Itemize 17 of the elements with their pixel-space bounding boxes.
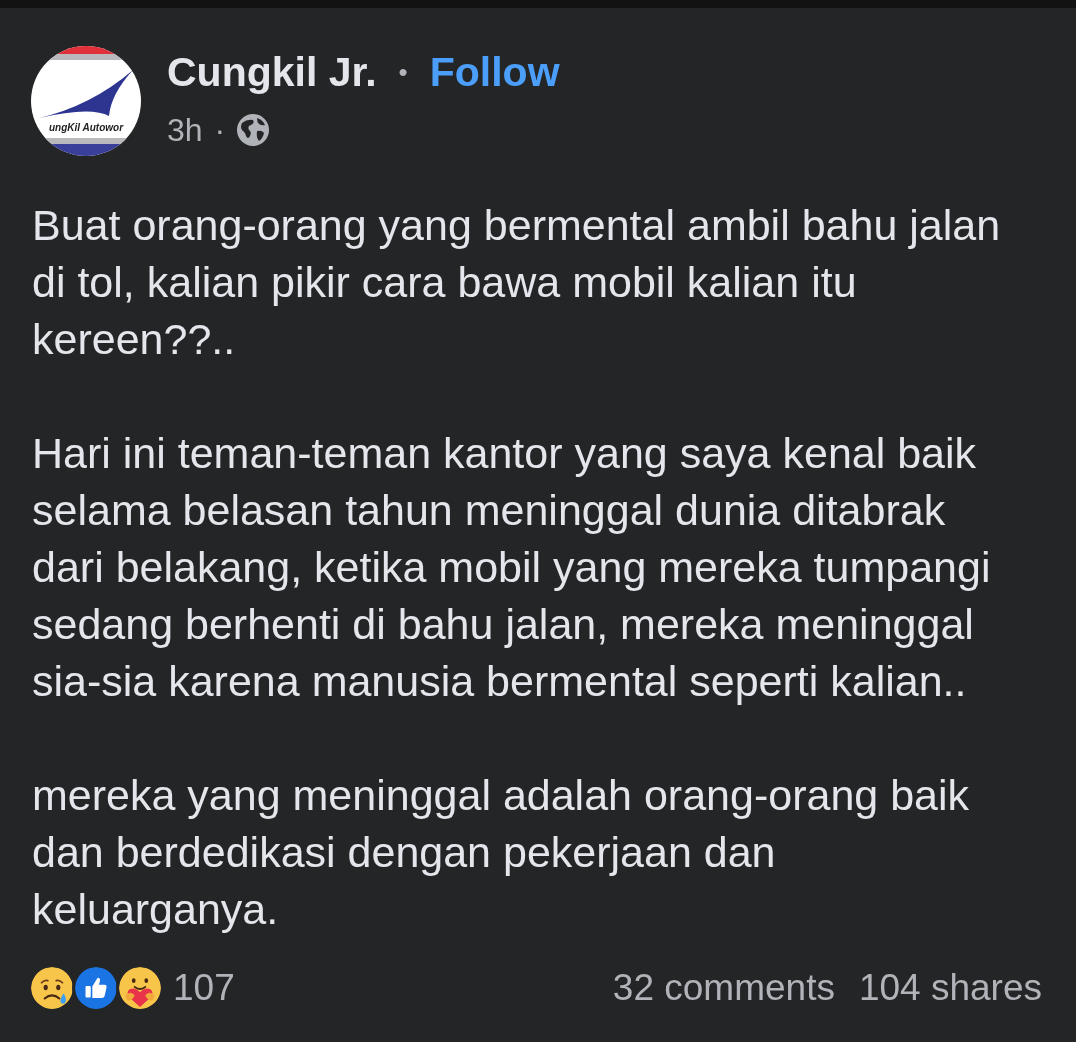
separator-dot: · bbox=[214, 111, 226, 150]
post-paragraph: Hari ini teman-teman kantor yang saya kenal baik selama belasan tahun meninggal dunia ditabrak dari belakang, ketika mobil yang mereka tumpangi sedang berhenti di bahu jalan, mereka meninggal sia-sia karena manusia bermental seperti kalian.. bbox=[32, 428, 992, 707]
avatar[interactable]: ungKil Autowor bbox=[31, 46, 141, 156]
author-name[interactable]: Cungkil Jr. bbox=[167, 46, 377, 98]
sad-face-icon bbox=[31, 967, 73, 1009]
comments-count[interactable]: 32 comments bbox=[612, 965, 835, 1011]
hugging-heart-face-icon bbox=[119, 967, 161, 1009]
post-paragraph: mereka yang meninggal adalah orang-orang baik dan berdedikasi dengan pekerjaan dan keluarganya. bbox=[32, 770, 971, 935]
separator-dot: • bbox=[398, 56, 408, 89]
post-paragraph: Buat orang-orang yang bermental ambil bahu jalan di tol, kalian pikir cara bawa mobil kalian itu kereen??.. bbox=[32, 200, 1002, 365]
shares-count[interactable]: 104 shares bbox=[858, 965, 1042, 1011]
reaction-count[interactable]: 107 bbox=[173, 965, 235, 1011]
logo-text: ungKil Autowor bbox=[47, 122, 125, 134]
globe-icon bbox=[237, 114, 270, 146]
follow-link[interactable]: Follow bbox=[429, 46, 560, 98]
thumbs-up-icon bbox=[75, 967, 117, 1009]
post-time[interactable]: 3h bbox=[167, 110, 203, 150]
